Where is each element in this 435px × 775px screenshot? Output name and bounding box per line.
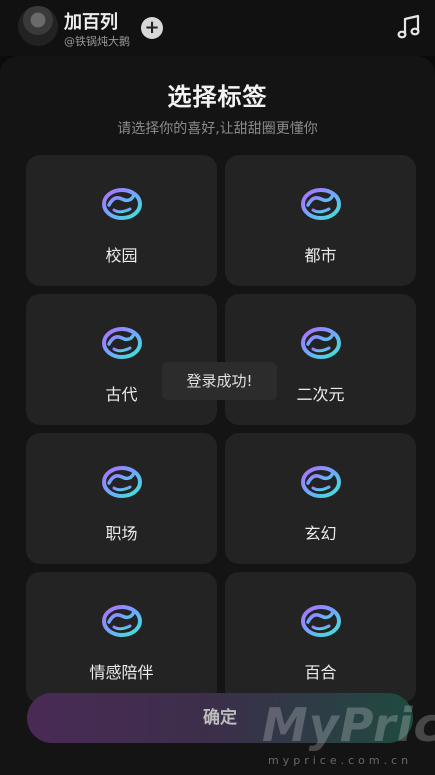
- donut-icon: [102, 188, 142, 220]
- tag-card[interactable]: 情感陪伴: [26, 572, 217, 703]
- tag-card[interactable]: 校园: [26, 155, 217, 286]
- tag-card[interactable]: 百合: [225, 572, 416, 703]
- donut-icon: [301, 605, 341, 637]
- user-name: 加百列: [64, 12, 118, 33]
- tag-label: 玄幻: [304, 524, 337, 543]
- tag-label: 情感陪伴: [89, 663, 154, 682]
- top-bar: 加百列 @铁锅炖大鹅 +: [0, 0, 435, 56]
- donut-icon: [301, 188, 341, 220]
- donut-icon: [301, 327, 341, 359]
- watermark-domain: myprice.com.cn: [268, 754, 413, 767]
- tag-label: 百合: [304, 663, 337, 682]
- tag-card[interactable]: 古代: [26, 294, 217, 425]
- tag-label: 职场: [105, 524, 138, 543]
- tag-label: 校园: [105, 246, 138, 265]
- sheet-title: 选择标签: [167, 83, 268, 111]
- tag-card[interactable]: 职场: [26, 433, 217, 564]
- tag-card[interactable]: 二次元: [225, 294, 416, 425]
- music-note-icon[interactable]: [396, 14, 422, 40]
- donut-icon: [102, 605, 142, 637]
- sheet-subtitle: 请选择你的喜好,让甜甜圈更懂你: [117, 121, 318, 137]
- follow-button[interactable]: +: [141, 17, 163, 39]
- user-handle: @铁锅炖大鹅: [64, 35, 130, 48]
- tag-card[interactable]: 都市: [225, 155, 416, 286]
- login-success-toast: 登录成功!: [162, 362, 277, 400]
- donut-icon: [301, 466, 341, 498]
- avatar[interactable]: [18, 6, 58, 46]
- tag-label: 都市: [304, 246, 337, 265]
- tag-card[interactable]: 玄幻: [225, 433, 416, 564]
- donut-icon: [102, 327, 142, 359]
- watermark-logo: MyPrice: [262, 698, 435, 752]
- donut-icon: [102, 466, 142, 498]
